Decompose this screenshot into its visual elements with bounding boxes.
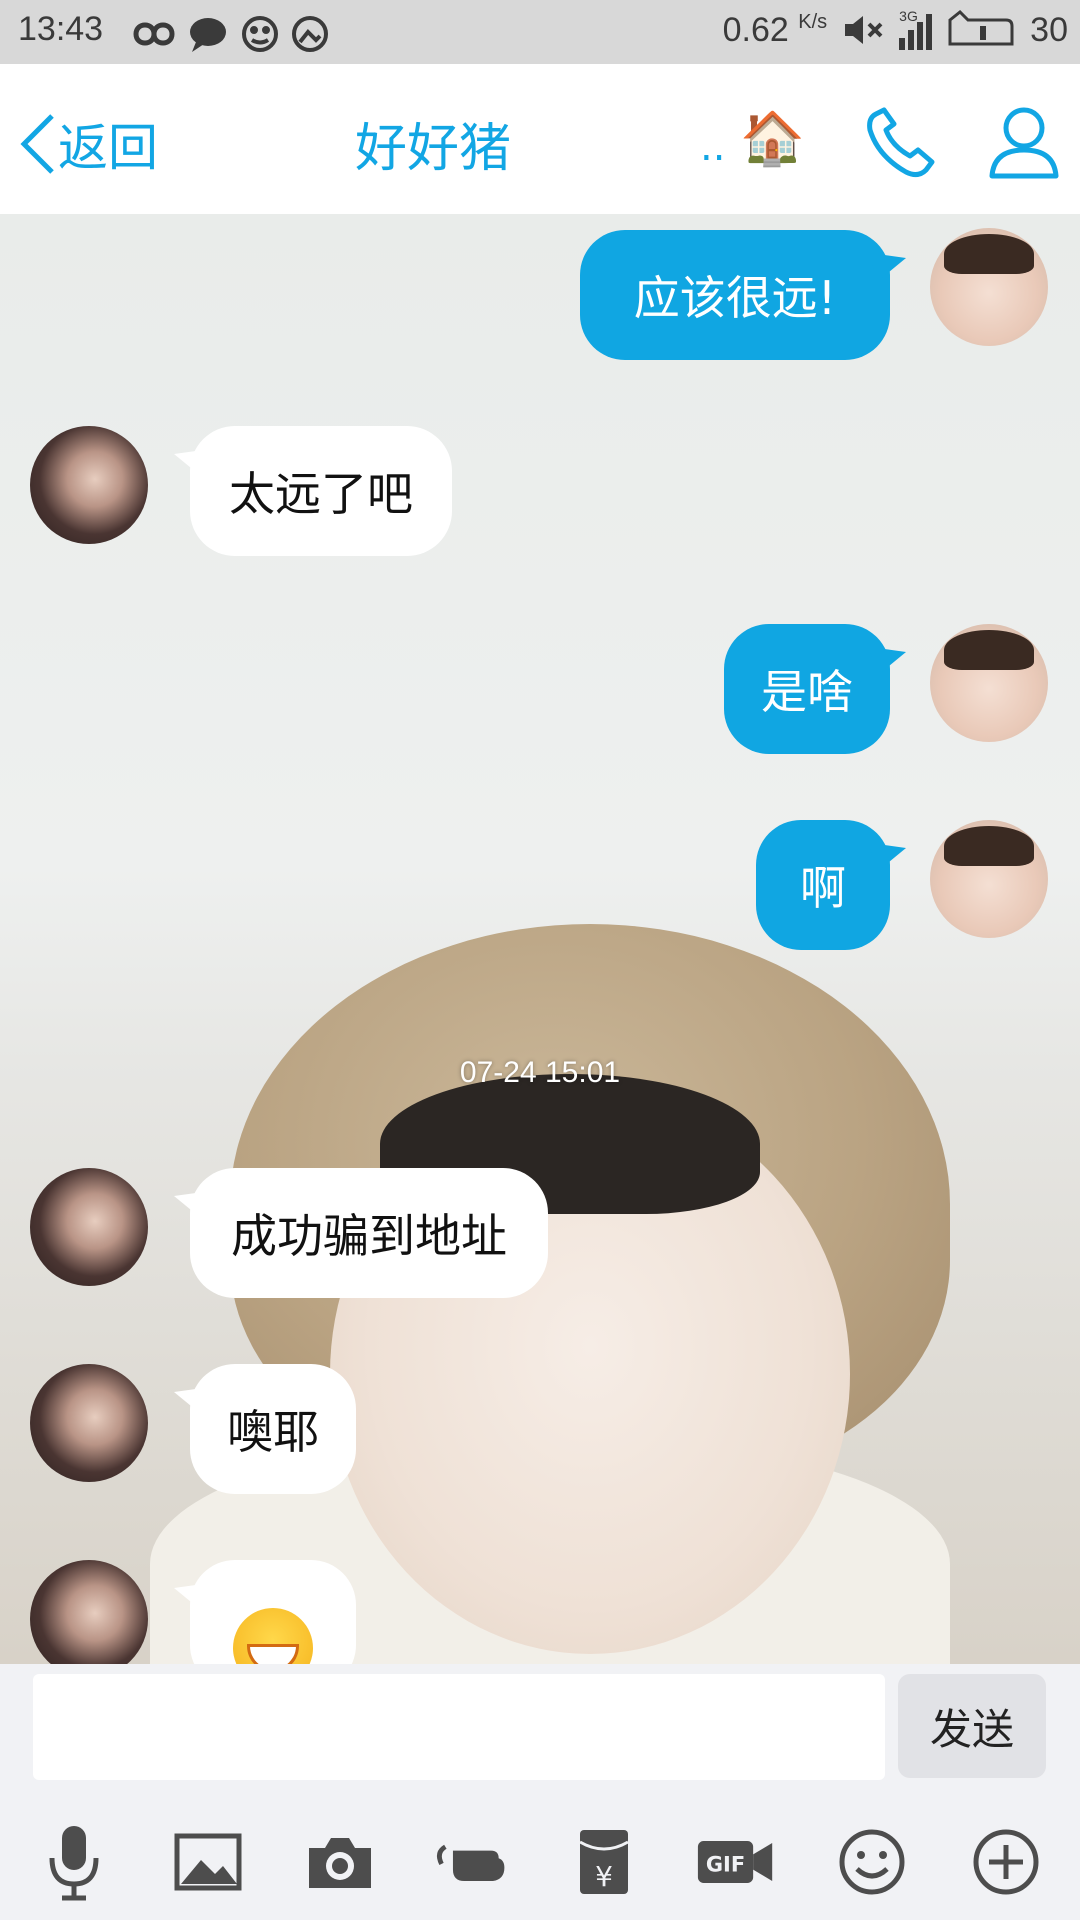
- chat-area[interactable]: 应该很远! 太远了吧 是啥 啊 07-24 15:01 成功骗到地址 噢耶: [0, 214, 1080, 1664]
- camera-icon[interactable]: [300, 1822, 380, 1902]
- message-bubble-in[interactable]: 噢耶: [190, 1364, 356, 1494]
- battery-level: 30: [1030, 10, 1068, 49]
- status-time: 13:43: [18, 10, 104, 48]
- message-bubble-in[interactable]: [190, 1560, 356, 1664]
- signal-icon: 3G: [899, 8, 933, 50]
- status-dots: ..: [700, 124, 726, 170]
- chat-title: 好好猪: [354, 119, 511, 179]
- mute-icon: [845, 16, 883, 44]
- input-bar: 发送: [0, 1664, 1080, 1782]
- avatar-contact[interactable]: [30, 1364, 148, 1482]
- avatar-contact[interactable]: [30, 426, 148, 544]
- infinity-icon: [133, 22, 175, 46]
- message-bubble-in[interactable]: 太远了吧: [190, 426, 452, 556]
- plus-icon[interactable]: [966, 1822, 1046, 1902]
- send-button[interactable]: 发送: [898, 1674, 1046, 1778]
- avatar-contact[interactable]: [30, 1168, 148, 1286]
- message-bubble-out[interactable]: 啊: [756, 820, 890, 950]
- chat-bubble-icon: [190, 18, 226, 52]
- status-bar: 13:43 0.62 K/s 3G 30: [0, 0, 1080, 64]
- message-timestamp: 07-24 15:01: [459, 1056, 621, 1089]
- message-bubble-out[interactable]: 应该很远!: [580, 230, 890, 360]
- status-right: 0.62 K/s 3G 30: [722, 8, 1068, 50]
- poke-icon[interactable]: [432, 1822, 512, 1902]
- avatar-self[interactable]: [930, 624, 1048, 742]
- battery-icon: [948, 10, 1014, 46]
- microphone-icon[interactable]: [34, 1822, 114, 1902]
- red-packet-icon[interactable]: ¥: [564, 1822, 644, 1902]
- chat-header: 返回 好好猪 .. 🏠: [0, 64, 1080, 214]
- svg-text:GIF: GIF: [706, 1853, 745, 1877]
- house-icon: 🏠: [740, 109, 805, 169]
- message-input[interactable]: [33, 1674, 885, 1780]
- bottom-toolbar: ¥ GIF: [0, 1782, 1080, 1920]
- emoji-icon[interactable]: [832, 1822, 912, 1902]
- status-notification-icons: [130, 12, 330, 60]
- emoji-status-icon: [242, 16, 278, 52]
- avatar-contact[interactable]: [30, 1560, 148, 1664]
- gallery-status-icon: [292, 16, 328, 52]
- avatar-self[interactable]: [930, 820, 1048, 938]
- grin-emoji-icon: [233, 1608, 313, 1664]
- avatar-self[interactable]: [930, 228, 1048, 346]
- message-bubble-in[interactable]: 成功骗到地址: [190, 1168, 548, 1298]
- profile-icon[interactable]: [986, 102, 1062, 182]
- phone-call-icon[interactable]: [862, 104, 942, 184]
- message-bubble-out[interactable]: 是啥: [724, 624, 890, 754]
- svg-text:¥: ¥: [595, 1860, 613, 1893]
- gif-icon[interactable]: GIF: [696, 1822, 776, 1902]
- image-icon[interactable]: [168, 1822, 248, 1902]
- network-speed: 0.62 K/s: [722, 10, 828, 49]
